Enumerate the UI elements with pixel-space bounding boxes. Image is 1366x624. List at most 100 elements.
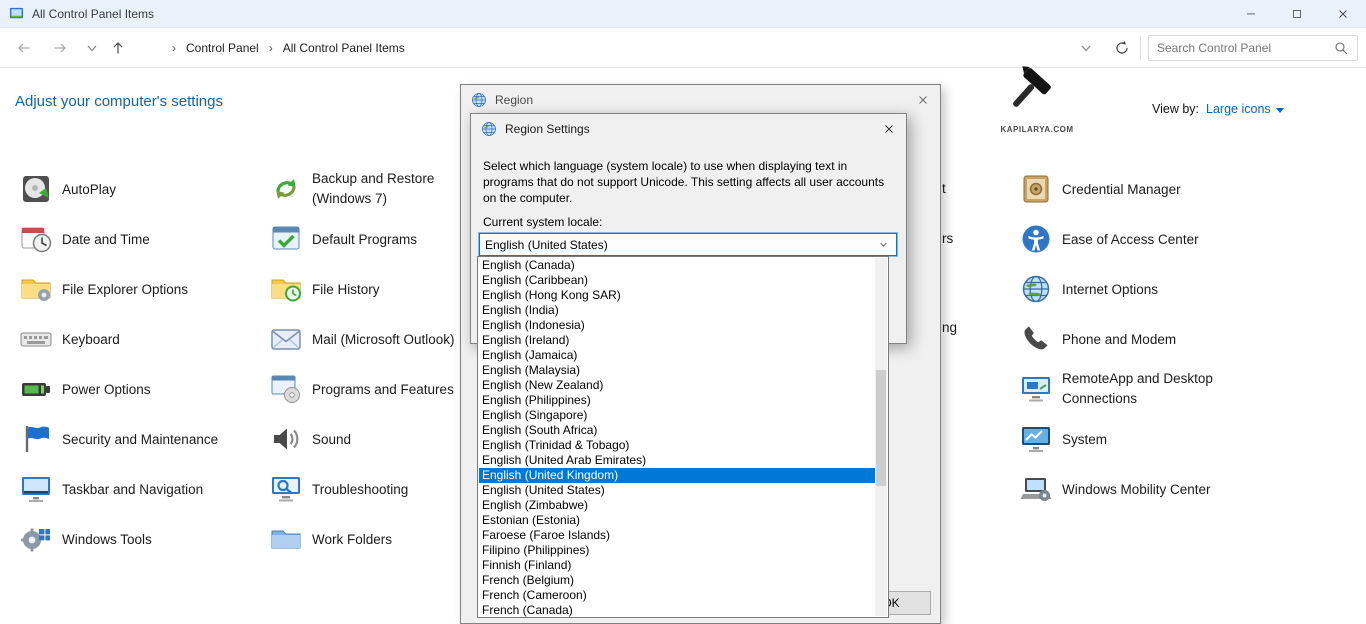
breadcrumb-current[interactable]: All Control Panel Items xyxy=(279,41,409,55)
locale-option[interactable]: Finnish (Finland) xyxy=(479,558,875,573)
control-panel-item[interactable]: Internet Options xyxy=(1020,264,1158,314)
control-panel-item[interactable]: Sound xyxy=(270,414,351,464)
locale-option[interactable]: English (South Africa) xyxy=(479,423,875,438)
region-settings-titlebar[interactable]: Region Settings xyxy=(471,114,906,144)
forward-button[interactable] xyxy=(48,36,72,60)
control-panel-item[interactable]: Mail (Microsoft Outlook) xyxy=(270,314,455,364)
control-panel-item[interactable]: Windows Tools xyxy=(20,514,152,564)
search-icon[interactable] xyxy=(1333,40,1349,56)
control-panel-item[interactable]: Power Options xyxy=(20,364,151,414)
view-by-value[interactable]: Large icons xyxy=(1206,102,1271,116)
control-panel-item-label[interactable]: Troubleshooting xyxy=(312,482,408,497)
locale-option[interactable]: English (Indonesia) xyxy=(479,318,875,333)
control-panel-item[interactable]: Credential Manager xyxy=(1020,164,1181,214)
combobox-chevron-icon[interactable] xyxy=(878,239,889,250)
region-dialog-title: Region xyxy=(495,93,533,107)
chevron-down-icon xyxy=(84,40,100,56)
locale-option[interactable]: English (Hong Kong SAR) xyxy=(479,288,875,303)
control-panel-item[interactable]: Default Programs xyxy=(270,214,417,264)
locale-option[interactable]: French (Canada) xyxy=(479,603,875,618)
locale-option[interactable]: English (United Arab Emirates) xyxy=(479,453,875,468)
control-panel-item[interactable]: File Explorer Options xyxy=(20,264,188,314)
view-by-caret-icon[interactable] xyxy=(1276,108,1284,113)
control-panel-item-label[interactable]: Security and Maintenance xyxy=(62,432,218,447)
control-panel-item[interactable]: AutoPlay xyxy=(20,164,116,214)
region-settings-close-button[interactable] xyxy=(861,114,906,144)
dropdown-scrollbar[interactable] xyxy=(875,258,887,616)
control-panel-item-label[interactable]: Internet Options xyxy=(1062,282,1158,297)
refresh-button[interactable] xyxy=(1110,36,1134,60)
control-panel-item-label[interactable]: AutoPlay xyxy=(62,182,116,197)
locale-option[interactable]: English (Malaysia) xyxy=(479,363,875,378)
locale-option[interactable]: English (United States) xyxy=(479,483,875,498)
locale-option[interactable]: English (Philippines) xyxy=(479,393,875,408)
control-panel-item[interactable]: System xyxy=(1020,414,1107,464)
locale-option[interactable]: English (Jamaica) xyxy=(479,348,875,363)
close-window-button[interactable] xyxy=(1320,0,1366,28)
control-panel-item-label[interactable]: Power Options xyxy=(62,382,151,397)
control-panel-item[interactable]: Windows Mobility Center xyxy=(1020,464,1211,514)
address-dropdown-button[interactable] xyxy=(1074,36,1098,60)
control-panel-item-label[interactable]: Phone and Modem xyxy=(1062,332,1176,347)
up-button[interactable] xyxy=(106,36,130,60)
control-panel-item-label[interactable]: Windows Tools xyxy=(62,532,152,547)
locale-option[interactable]: English (Ireland) xyxy=(479,333,875,348)
control-panel-item-label[interactable]: Windows Mobility Center xyxy=(1062,482,1211,497)
control-panel-item-label[interactable]: Credential Manager xyxy=(1062,182,1181,197)
region-dialog-titlebar[interactable]: Region xyxy=(461,85,940,115)
locale-option[interactable]: English (United Kingdom) xyxy=(479,468,875,483)
maximize-button[interactable] xyxy=(1274,0,1320,28)
control-panel-item[interactable]: Keyboard xyxy=(20,314,120,364)
dropdown-scrollbar-thumb[interactable] xyxy=(876,370,886,486)
view-by-control: View by: Large icons xyxy=(1152,102,1284,116)
control-panel-item[interactable]: Taskbar and Navigation xyxy=(20,464,203,514)
locale-option[interactable]: English (New Zealand) xyxy=(479,378,875,393)
control-panel-item-label[interactable]: Sound xyxy=(312,432,351,447)
locale-option[interactable]: Faroese (Faroe Islands) xyxy=(479,528,875,543)
region-dialog-close-button[interactable] xyxy=(895,85,940,115)
locale-option[interactable]: Filipino (Philippines) xyxy=(479,543,875,558)
control-panel-item-label[interactable]: Work Folders xyxy=(312,532,392,547)
locale-option[interactable]: English (Caribbean) xyxy=(479,273,875,288)
control-panel-item[interactable]: Phone and Modem xyxy=(1020,314,1176,364)
minimize-button[interactable] xyxy=(1228,0,1274,28)
control-panel-item[interactable]: Work Folders xyxy=(270,514,392,564)
control-panel-item-label[interactable]: Keyboard xyxy=(62,332,120,347)
locale-option[interactable]: English (Singapore) xyxy=(479,408,875,423)
locale-option[interactable]: English (Trinidad & Tobago) xyxy=(479,438,875,453)
control-panel-item-label[interactable]: System xyxy=(1062,432,1107,447)
autoplay-icon xyxy=(20,173,52,205)
recent-pages-button[interactable] xyxy=(80,36,104,60)
control-panel-item[interactable]: Programs and Features xyxy=(270,364,454,414)
control-panel-item-label[interactable]: Mail (Microsoft Outlook) xyxy=(312,332,455,347)
locale-option[interactable]: English (Zimbabwe) xyxy=(479,498,875,513)
control-panel-item-label[interactable]: Taskbar and Navigation xyxy=(62,482,203,497)
control-panel-item[interactable]: Backup and Restore (Windows 7) xyxy=(270,164,477,214)
breadcrumb-control-panel[interactable]: Control Panel xyxy=(182,41,263,55)
system-locale-combobox[interactable]: English (United States) xyxy=(479,233,897,256)
hidden-item-label-fragment: rs xyxy=(942,231,953,246)
locale-option[interactable]: French (Belgium) xyxy=(479,573,875,588)
locale-option[interactable]: Estonian (Estonia) xyxy=(479,513,875,528)
search-input[interactable] xyxy=(1149,41,1333,55)
control-panel-item[interactable]: Security and Maintenance xyxy=(20,414,218,464)
control-panel-item-label[interactable]: Default Programs xyxy=(312,232,417,247)
locale-option[interactable]: English (Canada) xyxy=(479,258,875,273)
control-panel-item[interactable]: File History xyxy=(270,264,380,314)
control-panel-item-label[interactable]: Ease of Access Center xyxy=(1062,232,1199,247)
control-panel-item-label[interactable]: Backup and Restore (Windows 7) xyxy=(312,169,477,208)
control-panel-item[interactable]: Ease of Access Center xyxy=(1020,214,1199,264)
control-panel-item-label[interactable]: Date and Time xyxy=(62,232,150,247)
locale-option[interactable]: French (Cameroon) xyxy=(479,588,875,603)
control-panel-item[interactable]: Date and Time xyxy=(20,214,150,264)
control-panel-item-label[interactable]: File Explorer Options xyxy=(62,282,188,297)
control-panel-item[interactable]: Troubleshooting xyxy=(270,464,408,514)
back-button[interactable] xyxy=(12,36,36,60)
control-panel-item[interactable]: RemoteApp and Desktop Connections xyxy=(1020,364,1227,414)
breadcrumb-chevron[interactable]: › xyxy=(263,41,279,55)
breadcrumb-chevron[interactable]: › xyxy=(166,41,182,55)
control-panel-item-label[interactable]: Programs and Features xyxy=(312,382,454,397)
control-panel-item-label[interactable]: File History xyxy=(312,282,380,297)
control-panel-item-label[interactable]: RemoteApp and Desktop Connections xyxy=(1062,369,1227,408)
locale-option[interactable]: English (India) xyxy=(479,303,875,318)
